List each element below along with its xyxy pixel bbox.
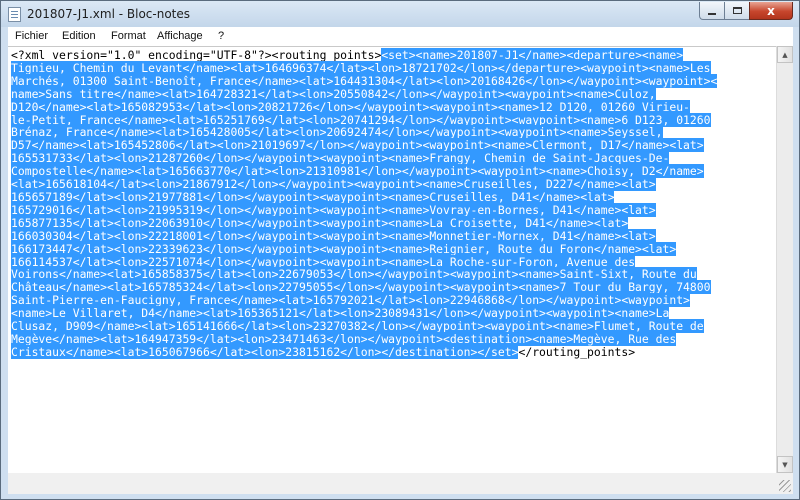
text-line: 165729016</lat><lon>21995319</lon></wayp… — [11, 202, 773, 217]
text-line: name>Sans titre</name><lat>164728321</la… — [11, 86, 773, 101]
menu-bar: Fichier Edition Format Affichage ? — [8, 27, 793, 47]
minimize-button[interactable] — [699, 2, 725, 20]
selected-text: <name>Le Villaret, D4</name><lat>1653651… — [11, 306, 670, 321]
selected-text: Cristaux</name><lat>165067966</lat><lon>… — [11, 344, 519, 359]
menu-fichier[interactable]: Fichier — [15, 30, 48, 42]
text-line: Megève</name><lat>164947359</lat><lon>23… — [11, 331, 773, 346]
resize-grip-icon[interactable] — [779, 480, 791, 492]
text-line: <?xml version="1.0" encoding="UTF-8"?><r… — [11, 48, 773, 62]
text-line: Clusaz, D909</name><lat>165141666</lat><… — [11, 319, 773, 334]
selected-text: Clusaz, D909</name><lat>165141666</lat><… — [11, 319, 704, 334]
selected-text: Saint-Pierre-en-Faucigny, France</name><… — [11, 293, 690, 308]
maximize-button[interactable] — [724, 2, 750, 20]
selected-text: D57</name><lat>165452806</lat><lon>21019… — [11, 138, 704, 153]
document-text[interactable]: <?xml version="1.0" encoding="UTF-8"?><r… — [11, 48, 773, 359]
selected-text: Compostelle</name><lat>165663770</lat><l… — [11, 164, 704, 179]
chevron-up-icon: ▲ — [782, 50, 788, 59]
selected-text: le-Petit, France</name><lat>165251769</l… — [11, 112, 711, 127]
text-line: 166173447</lat><lon>22339623</lon></wayp… — [11, 241, 773, 256]
text-line: 166030304</lat><lon>22218001</lon></wayp… — [11, 228, 773, 243]
selected-text: 165729016</lat><lon>21995319</lon></wayp… — [11, 202, 656, 217]
notepad-icon — [8, 7, 21, 22]
unselected-text: </routing_points> — [518, 344, 636, 359]
menu-edition[interactable]: Edition — [62, 30, 96, 42]
text-editor[interactable]: <?xml version="1.0" encoding="UTF-8"?><r… — [8, 46, 793, 474]
menu-affichage[interactable]: Affichage — [157, 30, 203, 42]
window-bottom-frame — [8, 473, 793, 494]
chevron-down-icon: ▼ — [782, 460, 788, 469]
selected-text: name>Sans titre</name><lat>164728321</la… — [11, 86, 656, 101]
selected-text: 165531733</lat><lon>21287260</lon></wayp… — [11, 151, 670, 166]
selected-text: Tignieu, Chemin du Levant</name><lat>164… — [11, 60, 711, 75]
selected-text: 165657189</lat><lon>21977881</lon></wayp… — [11, 189, 615, 204]
selected-text: Marchés, 01300 Saint-Benoît, France</nam… — [11, 73, 718, 88]
unselected-text: <?xml version="1.0" encoding="UTF-8"?><r… — [11, 48, 382, 62]
window-title: 201807-J1.xml - Bloc-notes — [27, 7, 191, 21]
text-line: 165877135</lat><lon>22063910</lon></wayp… — [11, 215, 773, 230]
selected-text: Brénaz, France</name><lat>165428005</lat… — [11, 125, 663, 140]
maximize-icon — [732, 7, 742, 14]
selected-text: <set><name>201807-J1</name><departure><n… — [381, 48, 684, 62]
selected-text: Château</name><lat>165785324</lat><lon>2… — [11, 280, 711, 295]
selected-text: 165877135</lat><lon>22063910</lon></wayp… — [11, 215, 629, 230]
selected-text: Megève</name><lat>164947359</lat><lon>23… — [11, 331, 677, 346]
scroll-up-button[interactable]: ▲ — [777, 46, 793, 63]
menu-format[interactable]: Format — [111, 30, 146, 42]
vertical-scrollbar[interactable]: ▲ ▼ — [776, 46, 793, 473]
title-bar[interactable]: 201807-J1.xml - Bloc-notes x — [1, 1, 799, 27]
text-line: D120</name><lat>165082953</lat><lon>2082… — [11, 99, 773, 114]
menu-help[interactable]: ? — [218, 30, 224, 42]
text-line: Tignieu, Chemin du Levant</name><lat>164… — [11, 60, 773, 75]
close-button[interactable]: x — [749, 2, 793, 20]
selected-text: D120</name><lat>165082953</lat><lon>2082… — [11, 99, 690, 114]
selected-text: Voirons</name><lat>165858375</lat><lon>2… — [11, 267, 697, 282]
text-line: 165657189</lat><lon>21977881</lon></wayp… — [11, 189, 773, 204]
close-icon: x — [767, 3, 775, 18]
notepad-window: 201807-J1.xml - Bloc-notes x Fichier Edi… — [0, 0, 800, 500]
scroll-down-button[interactable]: ▼ — [777, 456, 793, 473]
selected-text: 166030304</lat><lon>22218001</lon></wayp… — [11, 228, 656, 243]
selected-text: 166173447</lat><lon>22339623</lon></wayp… — [11, 241, 677, 256]
minimize-icon — [708, 12, 716, 15]
text-line: Marchés, 01300 Saint-Benoît, France</nam… — [11, 73, 773, 88]
text-line: Cristaux</name><lat>165067966</lat><lon>… — [11, 344, 773, 359]
selected-text: 166114537</lat><lon>22571074</lon></wayp… — [11, 254, 636, 269]
selected-text: <lat>165618104</lat><lon>21867912</lon><… — [11, 177, 656, 192]
